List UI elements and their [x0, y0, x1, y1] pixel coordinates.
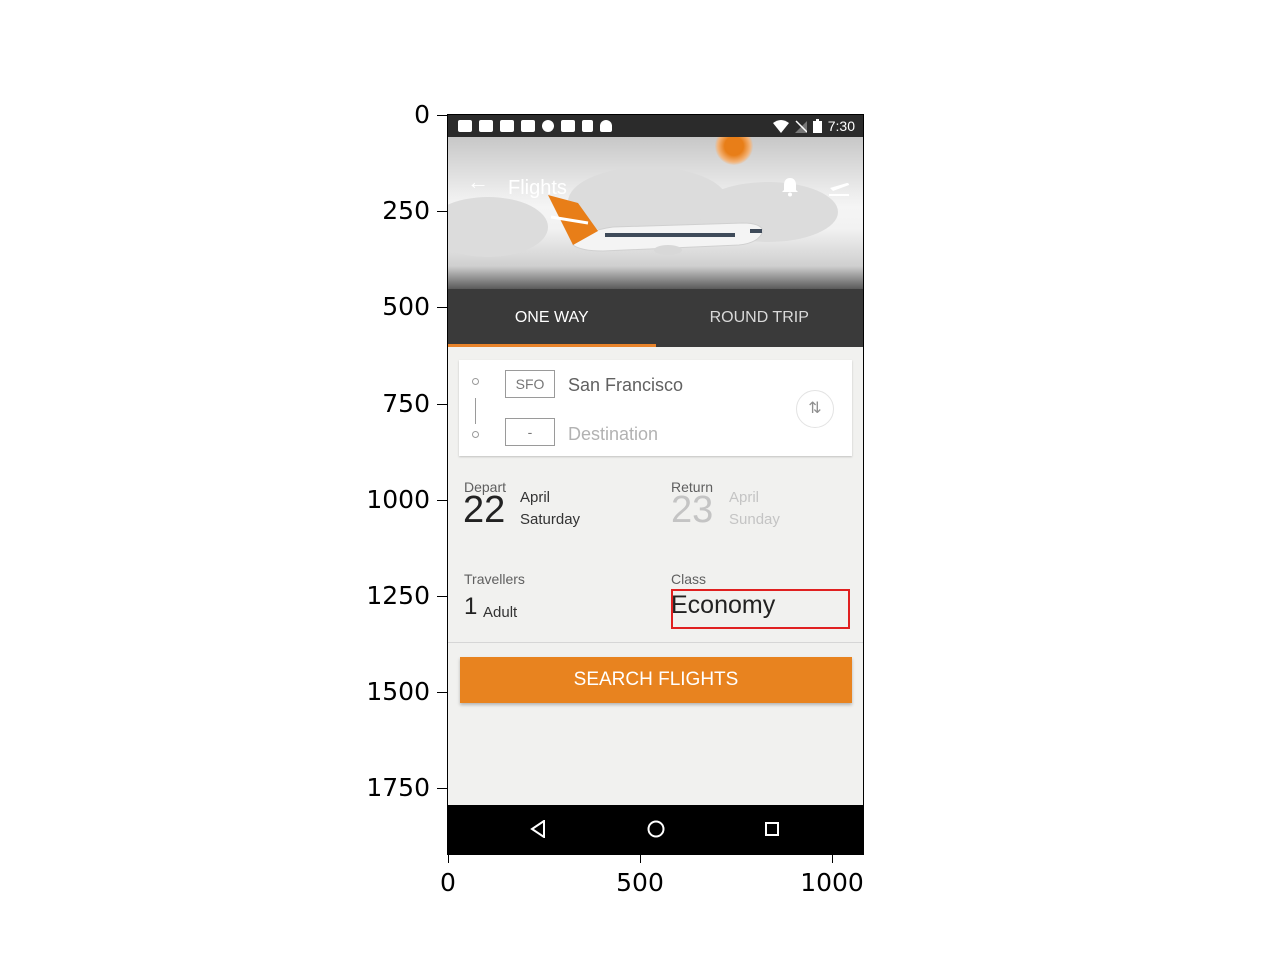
y-tick-label: 1250	[366, 581, 430, 610]
y-tick-mark	[437, 788, 447, 789]
android-nav-bar	[448, 805, 863, 854]
highlight-box	[671, 589, 850, 629]
return-weekday: Sunday	[729, 511, 780, 528]
class-label: Class	[671, 571, 707, 587]
battery-icon	[812, 119, 822, 133]
phone-screen: 7:30 ← Flights ONE WAY ROUND TRIP SFO Sa…	[448, 115, 863, 854]
depart-day[interactable]: 22	[463, 489, 505, 532]
y-tick-mark	[437, 211, 447, 212]
y-tick-label: 1750	[366, 773, 430, 802]
bell-icon[interactable]	[778, 175, 802, 199]
origin-city[interactable]: San Francisco	[568, 375, 683, 396]
facebook-icon	[521, 120, 535, 132]
nvidia-icon	[500, 120, 514, 132]
x-tick-label: 500	[616, 868, 664, 897]
swap-vertical-icon[interactable]: ⇅	[796, 390, 834, 428]
y-tick-label: 250	[382, 196, 430, 225]
y-tick-label: 500	[382, 292, 430, 321]
y-tick-label: 750	[382, 389, 430, 418]
origin-code-box[interactable]: SFO	[505, 370, 555, 398]
status-time: 7:30	[827, 118, 855, 134]
system-icons: 7:30	[772, 118, 863, 134]
destination-code-box[interactable]: -	[505, 418, 555, 446]
x-tick-mark	[640, 855, 641, 863]
wifi-icon	[772, 119, 789, 133]
route-card: SFO San Francisco - Destination ⇅	[459, 360, 852, 456]
status-bar: 7:30	[448, 115, 863, 137]
nav-recent-apps-icon[interactable]	[765, 822, 779, 836]
lock-icon	[582, 120, 593, 132]
notification-icons	[448, 120, 612, 132]
search-flights-button[interactable]: SEARCH FLIGHTS	[460, 657, 852, 703]
y-tick-mark	[437, 307, 447, 308]
x-tick-mark	[448, 855, 449, 863]
depart-weekday: Saturday	[520, 511, 581, 528]
tab-one-way[interactable]: ONE WAY	[448, 289, 656, 347]
travellers-label: Travellers	[464, 571, 525, 587]
facebook-icon	[479, 120, 493, 132]
y-tick-mark	[437, 500, 447, 501]
return-month: April	[729, 489, 760, 506]
y-tick-mark	[437, 115, 447, 116]
destination-field[interactable]: Destination	[568, 424, 658, 445]
y-tick-mark	[437, 404, 447, 405]
x-tick-mark	[832, 855, 833, 863]
airplane-illustration	[548, 195, 764, 255]
return-day[interactable]: 23	[671, 489, 713, 532]
route-line	[475, 398, 476, 424]
back-arrow-icon[interactable]: ←	[466, 171, 490, 195]
info-icon	[542, 120, 554, 132]
origin-dot-icon	[472, 378, 479, 385]
x-tick-label: 0	[440, 868, 456, 897]
no-signal-icon	[794, 119, 807, 133]
trip-type-tabs: ONE WAY ROUND TRIP	[448, 289, 863, 347]
y-tick-label: 1500	[366, 677, 430, 706]
y-tick-mark	[437, 596, 447, 597]
android-icon	[600, 120, 612, 132]
flights-header: ← Flights	[448, 137, 863, 289]
tools-icon	[561, 120, 575, 132]
divider	[448, 642, 863, 643]
y-tick-mark	[437, 692, 447, 693]
flight-takeoff-icon[interactable]	[827, 175, 851, 199]
nav-home-icon[interactable]	[647, 820, 665, 838]
destination-dot-icon	[472, 431, 479, 438]
y-tick-label: 1000	[366, 485, 430, 514]
depart-month: April	[520, 489, 551, 506]
notification-icon	[458, 120, 472, 132]
travellers-count[interactable]: 1	[464, 593, 477, 621]
travellers-unit: Adult	[483, 604, 518, 621]
x-tick-label: 1000	[800, 868, 864, 897]
y-tick-label: 0	[414, 100, 430, 129]
nav-back-icon[interactable]	[530, 820, 546, 838]
tab-round-trip[interactable]: ROUND TRIP	[656, 289, 864, 347]
